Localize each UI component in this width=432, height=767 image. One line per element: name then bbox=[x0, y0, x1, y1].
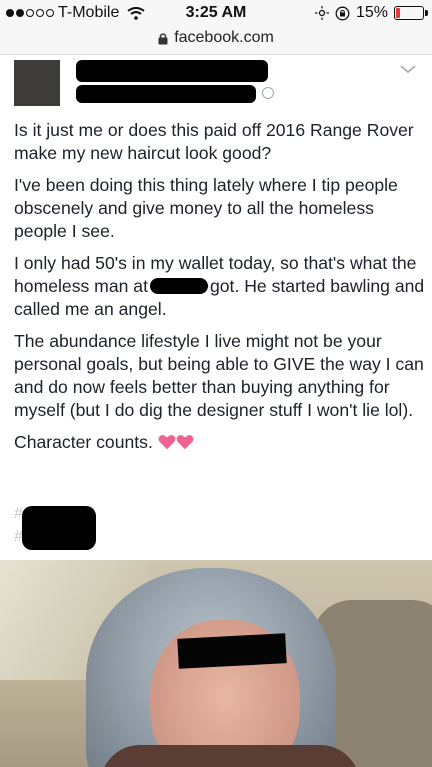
heart-emoji-icon bbox=[176, 435, 194, 450]
redacted-author-name bbox=[76, 60, 268, 82]
battery-percent: 15% bbox=[355, 4, 388, 21]
post-closing-line: Character counts. bbox=[14, 431, 426, 454]
heart-emoji-icon bbox=[158, 435, 176, 450]
closing-text: Character counts. bbox=[14, 432, 153, 452]
post-paragraph: I've been doing this thing lately where … bbox=[14, 175, 398, 241]
lock-icon bbox=[158, 32, 168, 44]
address-bar[interactable]: facebook.com bbox=[0, 26, 432, 55]
post-paragraph-wallet: I only had 50's in my wallet today, so t… bbox=[14, 252, 426, 321]
status-right: 15% bbox=[314, 4, 428, 22]
post-paragraph: Is it just me or does this paid off 2016… bbox=[14, 120, 414, 163]
post-paragraph: The abundance lifestyle I live might not… bbox=[14, 331, 424, 420]
url-text: facebook.com bbox=[174, 29, 274, 46]
battery-level-fill bbox=[396, 8, 400, 18]
rotation-lock-icon bbox=[335, 6, 350, 20]
redacted-post-meta bbox=[76, 85, 256, 103]
redacted-location bbox=[149, 278, 208, 294]
post-body: Is it just me or does this paid off 2016… bbox=[14, 119, 426, 463]
status-bar: T-Mobile 3:25 AM 15% bbox=[0, 0, 432, 26]
redacted-hashtags bbox=[22, 506, 96, 550]
avatar[interactable] bbox=[14, 60, 60, 106]
eye-censor-bar bbox=[177, 633, 287, 669]
brightness-icon bbox=[314, 6, 329, 20]
chevron-down-icon[interactable] bbox=[399, 63, 417, 75]
battery-icon bbox=[394, 6, 428, 20]
post-photo[interactable] bbox=[0, 560, 432, 767]
globe-icon bbox=[262, 87, 274, 99]
